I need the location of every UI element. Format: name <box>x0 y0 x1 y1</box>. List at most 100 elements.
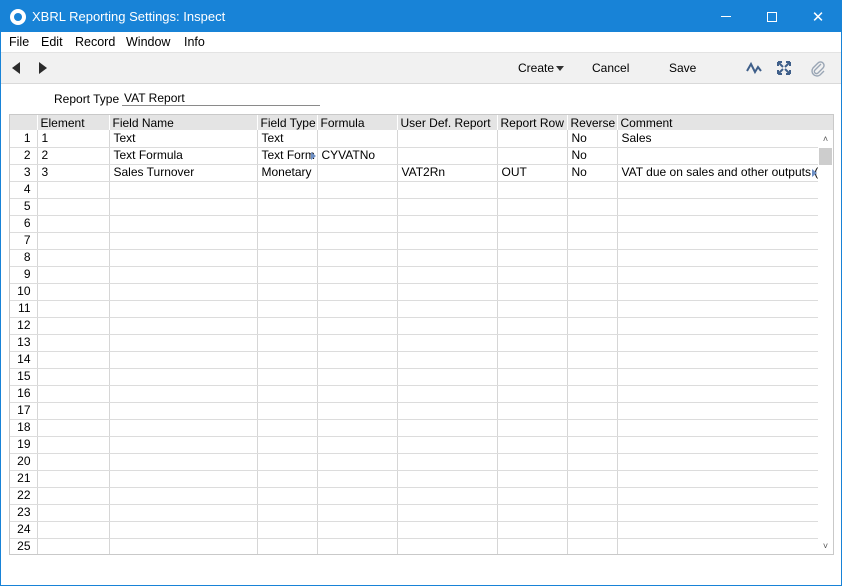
field-type-cell[interactable] <box>257 283 318 301</box>
vertical-scrollbar[interactable]: ˄ ˅ <box>818 130 833 554</box>
field-type-cell[interactable] <box>257 232 318 250</box>
report-row-cell[interactable] <box>497 130 568 148</box>
reverse-cell[interactable] <box>567 470 618 488</box>
reverse-header[interactable]: Reverse <box>567 115 618 130</box>
user-def-report-cell[interactable] <box>397 181 498 199</box>
reverse-cell[interactable] <box>567 266 618 284</box>
report-row-cell[interactable] <box>497 504 568 522</box>
user-def-report-cell[interactable] <box>397 453 498 471</box>
report-row-cell[interactable] <box>497 419 568 437</box>
report-row-cell[interactable] <box>497 402 568 420</box>
table-row[interactable]: 17 <box>10 402 819 420</box>
comment-cell[interactable] <box>617 521 819 539</box>
element-header[interactable]: Element <box>37 115 110 130</box>
user-def-report-cell[interactable] <box>397 334 498 352</box>
element-cell[interactable]: 2 <box>37 147 110 165</box>
element-cell[interactable] <box>37 504 110 522</box>
table-row[interactable]: 16 <box>10 385 819 403</box>
comment-cell[interactable] <box>617 368 819 386</box>
field-name-cell[interactable] <box>109 470 258 488</box>
reverse-cell[interactable] <box>567 283 618 301</box>
menu-info[interactable]: Info <box>184 35 205 49</box>
field-type-header[interactable]: Field Type <box>257 115 318 130</box>
report-row-cell[interactable] <box>497 487 568 505</box>
comment-cell[interactable] <box>617 538 819 554</box>
comment-cell[interactable] <box>617 147 819 165</box>
field-name-cell[interactable] <box>109 198 258 216</box>
reverse-cell[interactable] <box>567 198 618 216</box>
field-type-cell[interactable] <box>257 521 318 539</box>
field-name-cell[interactable] <box>109 453 258 471</box>
formula-cell[interactable] <box>317 164 398 182</box>
element-cell[interactable] <box>37 487 110 505</box>
row-number-header[interactable] <box>10 115 38 130</box>
field-name-cell[interactable] <box>109 419 258 437</box>
comment-cell[interactable] <box>617 470 819 488</box>
table-row[interactable]: 15 <box>10 368 819 386</box>
reverse-cell[interactable]: No <box>567 164 618 182</box>
field-name-cell[interactable] <box>109 351 258 369</box>
element-cell[interactable] <box>37 215 110 233</box>
user-def-report-cell[interactable]: VAT2Rn <box>397 164 498 182</box>
comment-cell[interactable] <box>617 334 819 352</box>
element-cell[interactable] <box>37 232 110 250</box>
reverse-cell[interactable] <box>567 368 618 386</box>
create-button[interactable]: Create <box>518 61 554 75</box>
formula-cell[interactable] <box>317 521 398 539</box>
formula-cell[interactable] <box>317 402 398 420</box>
comment-cell[interactable] <box>617 266 819 284</box>
table-row[interactable]: 9 <box>10 266 819 284</box>
user-def-report-cell[interactable] <box>397 249 498 267</box>
title-bar[interactable]: XBRL Reporting Settings: Inspect ✕ <box>1 1 841 32</box>
field-type-cell[interactable] <box>257 504 318 522</box>
report-row-header[interactable]: Report Row <box>497 115 568 130</box>
comment-cell[interactable] <box>617 232 819 250</box>
table-row[interactable]: 23 <box>10 504 819 522</box>
field-name-header[interactable]: Field Name <box>109 115 258 130</box>
reverse-cell[interactable] <box>567 334 618 352</box>
reverse-cell[interactable] <box>567 453 618 471</box>
table-row[interactable]: 19 <box>10 436 819 454</box>
element-cell[interactable] <box>37 249 110 267</box>
user-def-report-cell[interactable] <box>397 402 498 420</box>
element-cell[interactable] <box>37 300 110 318</box>
formula-cell[interactable] <box>317 368 398 386</box>
user-def-report-cell[interactable] <box>397 317 498 335</box>
report-type-field[interactable]: VAT Report <box>122 90 320 106</box>
paperclip-icon[interactable] <box>809 59 827 77</box>
field-type-cell[interactable] <box>257 317 318 335</box>
expand-icon[interactable] <box>775 59 793 77</box>
overflow-arrow-icon[interactable] <box>811 168 817 177</box>
reverse-cell[interactable] <box>567 249 618 267</box>
formula-cell[interactable] <box>317 453 398 471</box>
field-name-cell[interactable] <box>109 334 258 352</box>
reverse-cell[interactable] <box>567 521 618 539</box>
report-row-cell[interactable]: OUT <box>497 164 568 182</box>
reverse-cell[interactable] <box>567 419 618 437</box>
user-def-report-cell[interactable] <box>397 283 498 301</box>
formula-cell[interactable] <box>317 130 398 148</box>
report-row-cell[interactable] <box>497 215 568 233</box>
table-row[interactable]: 1 1 Text Text No Sales <box>10 130 819 148</box>
comment-cell[interactable] <box>617 283 819 301</box>
field-name-cell[interactable]: Sales Turnover <box>109 164 258 182</box>
user-def-report-cell[interactable] <box>397 215 498 233</box>
table-row[interactable]: 11 <box>10 300 819 318</box>
element-cell[interactable] <box>37 317 110 335</box>
formula-cell[interactable] <box>317 436 398 454</box>
formula-cell[interactable] <box>317 232 398 250</box>
close-button[interactable]: ✕ <box>795 1 841 32</box>
report-row-cell[interactable] <box>497 232 568 250</box>
reverse-cell[interactable] <box>567 487 618 505</box>
user-def-report-cell[interactable] <box>397 147 498 165</box>
user-def-report-cell[interactable] <box>397 504 498 522</box>
table-row[interactable]: 8 <box>10 249 819 267</box>
formula-cell[interactable] <box>317 504 398 522</box>
comment-cell[interactable] <box>617 317 819 335</box>
field-type-cell[interactable] <box>257 351 318 369</box>
activity-icon[interactable] <box>745 59 763 77</box>
menu-file[interactable]: File <box>9 35 29 49</box>
field-name-cell[interactable]: Text <box>109 130 258 148</box>
element-cell[interactable] <box>37 334 110 352</box>
field-type-cell[interactable] <box>257 436 318 454</box>
